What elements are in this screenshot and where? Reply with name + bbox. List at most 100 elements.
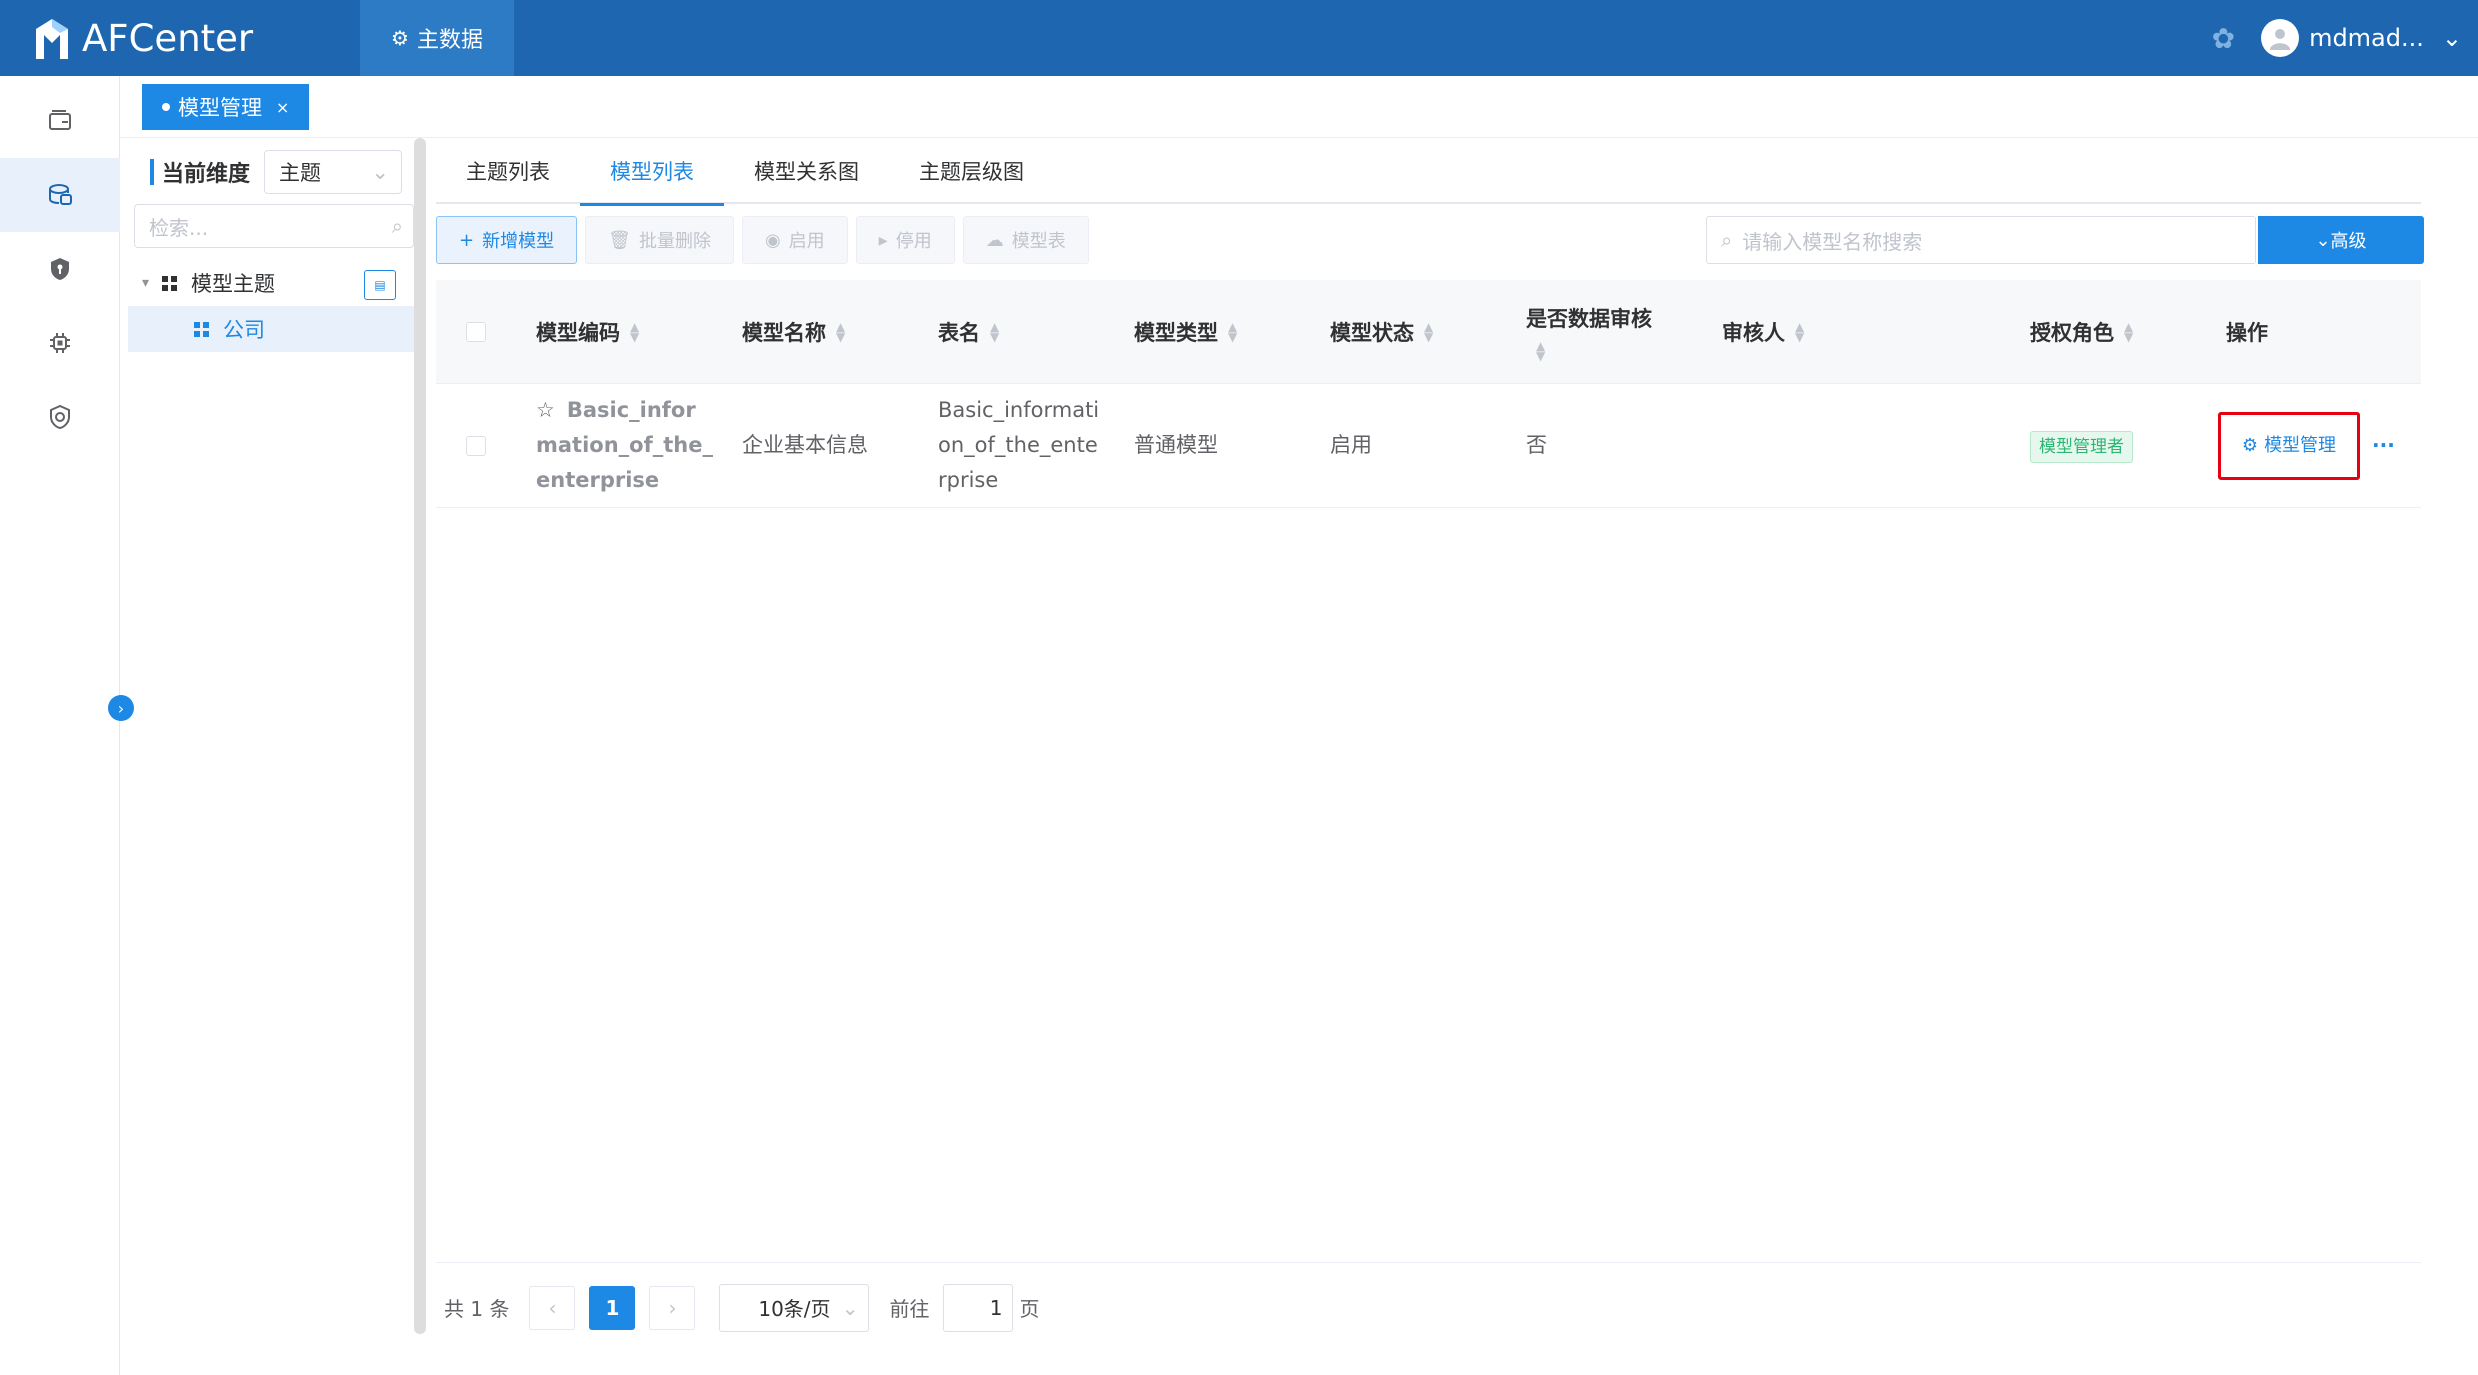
column-header-label: 表名 [938,320,980,345]
model-table: 模型编码 ▲ ▼ 模型名称 ▲ ▼ 表名 ▲ ▼ 模型类型 ▲ ▼ 模型状态 ▲ ▼ 是否数据审核 ▲… [436,280,2421,508]
next-page-button[interactable]: › [649,1285,696,1330]
caret-down-icon[interactable]: ▾ [142,275,162,291]
column-header-status[interactable]: 模型状态 ▲ ▼ [1330,317,1526,347]
openai-icon[interactable]: ✿ [2212,22,2235,55]
advanced-search-button[interactable]: ⌄ 高级 [2258,216,2424,264]
dimension-value: 主题 [279,161,321,185]
dimension-select[interactable]: 主题 ⌄ [264,150,402,194]
actions-cell: ⚙ 模型管理 ··· [2218,411,2421,480]
sort-icon[interactable]: ▲ ▼ [2124,321,2133,343]
sort-icon[interactable]: ▲ ▼ [990,321,999,343]
nav-main-data-label: 主数据 [416,28,483,53]
play-circle-icon: ◉ [764,229,781,251]
goto-label: 前往 [889,1297,930,1321]
column-header-type[interactable]: 模型类型 ▲ ▼ [1134,317,1330,347]
toolbar: + 新增模型 🗑 批量删除 ◉ 启用 ▸ 停用 ☁ 模型表 [436,216,1089,264]
grid-icon [162,275,177,291]
column-header-label: 模型状态 [1330,320,1414,345]
column-header-table[interactable]: 表名 ▲ ▼ [938,317,1134,347]
avatar[interactable] [2261,19,2300,57]
chevron-down-icon[interactable]: ⌄ [2442,24,2462,52]
model-status-cell: 启用 [1330,433,1372,457]
sort-icon[interactable]: ▲ ▼ [1795,321,1804,343]
page-size-select[interactable]: 10条/页 ⌄ [719,1283,870,1332]
star-icon[interactable]: ☆ [536,398,555,422]
column-header-label: 模型编码 [536,320,620,345]
app-logo[interactable]: AFCenter [32,10,253,66]
page-suffix: 页 [1019,1297,1040,1321]
tree-node-company[interactable]: 公司 [128,306,426,352]
model-code-line: mation_of_the_ [536,433,713,457]
sort-icon[interactable]: ▲ ▼ [630,321,639,343]
left-sidebar: › [0,76,134,1375]
disable-button[interactable]: ▸ 停用 [855,216,955,264]
disable-label: 停用 [895,231,932,252]
tree-search-input[interactable]: 检索... ⌕ [134,204,414,248]
nav-main-data[interactable]: ⚙ 主数据 [360,0,514,76]
plus-icon: + [459,229,475,251]
sort-icon[interactable]: ▲ ▼ [1424,321,1433,343]
database-icon [49,184,72,205]
page-number[interactable]: 1 [589,1285,636,1330]
role-badge: 模型管理者 [2030,431,2133,463]
table-header: 模型编码 ▲ ▼ 模型名称 ▲ ▼ 表名 ▲ ▼ 模型类型 ▲ ▼ 模型状态 ▲ ▼ 是否数据审核 ▲… [436,280,2421,384]
audit-cell: 否 [1526,433,1547,457]
sort-icon[interactable]: ▲ ▼ [1228,321,1237,343]
tree-search-placeholder: 检索... [149,215,209,240]
model-manage-button[interactable]: ⚙ 模型管理 [2218,411,2360,480]
dimension-label: 当前维度 [162,162,251,187]
model-table-button[interactable]: ☁ 模型表 [962,216,1089,264]
dimension-row: 当前维度 主题 ⌄ [128,148,426,196]
column-header-name[interactable]: 模型名称 ▲ ▼ [742,317,938,347]
batch-delete-button[interactable]: 🗑 批量删除 [585,216,734,264]
sidebar-item-wallet[interactable] [0,84,120,158]
chevron-right-icon: › [117,698,125,718]
tab-model-relation[interactable]: 模型关系图 [724,138,889,204]
tab-theme-hierarchy[interactable]: 主题层级图 [889,138,1054,204]
sidebar-item-database[interactable] [0,158,120,232]
model-code-line: enterprise [536,468,660,492]
chip-icon [50,333,70,353]
tab-theme-list[interactable]: 主题列表 [436,138,580,204]
sidebar-item-security[interactable] [0,232,120,306]
tree-node-label: 公司 [223,318,265,342]
model-manage-label: 模型管理 [2264,435,2337,456]
tree-scrollbar[interactable] [414,138,426,1334]
chevron-down-icon: ⌄ [2315,229,2331,251]
enable-button[interactable]: ◉ 启用 [741,216,848,264]
sort-icon[interactable]: ▲ ▼ [1536,340,1545,362]
table-name-line: Basic_informati [938,398,1100,422]
column-header-code[interactable]: 模型编码 ▲ ▼ [536,317,742,347]
content-tabs: 主题列表 模型列表 模型关系图 主题层级图 [436,138,2421,206]
page-tab-model-management[interactable]: 模型管理 × [142,84,310,130]
model-type-cell: 普通模型 [1134,433,1218,457]
model-table-label: 模型表 [1011,231,1066,252]
row-checkbox[interactable] [466,435,486,456]
tree-node-action-icon[interactable]: ▤ [364,270,396,300]
role-cell: 模型管理者 [2030,428,2226,463]
tab-model-list[interactable]: 模型列表 [580,138,724,206]
user-menu[interactable]: ✿ mdmad... ⌄ [2212,0,2478,76]
column-header-label: 模型名称 [742,320,826,345]
close-icon[interactable]: × [276,98,289,117]
search-icon: ⌕ [1721,228,1733,252]
sidebar-item-chip[interactable] [0,306,120,380]
prev-page-button[interactable]: ‹ [529,1285,576,1330]
pagination: 共 1 条 ‹ 1 › 10条/页 ⌄ 前往 1 页 [436,1262,2421,1352]
tree-node-model-theme[interactable]: ▾ 模型主题 ▤ [128,260,426,306]
sort-icon[interactable]: ▲ ▼ [836,321,845,343]
column-header-audit[interactable]: 是否数据审核 ▲ ▼ [1526,303,1722,362]
header-checkbox-cell [436,321,536,342]
model-search-input[interactable]: ⌕ 请输入模型名称搜索 [1706,216,2256,264]
table-name-line: on_of_the_ente [938,433,1098,457]
batch-delete-label: 批量删除 [638,231,711,252]
select-all-checkbox[interactable] [466,321,486,342]
column-header-role[interactable]: 授权角色 ▲ ▼ [2030,317,2226,347]
sidebar-item-protect[interactable] [0,380,120,454]
chevron-down-icon: ⌄ [371,160,389,184]
more-icon[interactable]: ··· [2372,428,2395,463]
dimension-marker [150,159,154,185]
column-header-auditor[interactable]: 审核人 ▲ ▼ [1722,317,2030,347]
add-model-button[interactable]: + 新增模型 [436,216,578,264]
goto-input[interactable]: 1 [943,1283,1014,1332]
